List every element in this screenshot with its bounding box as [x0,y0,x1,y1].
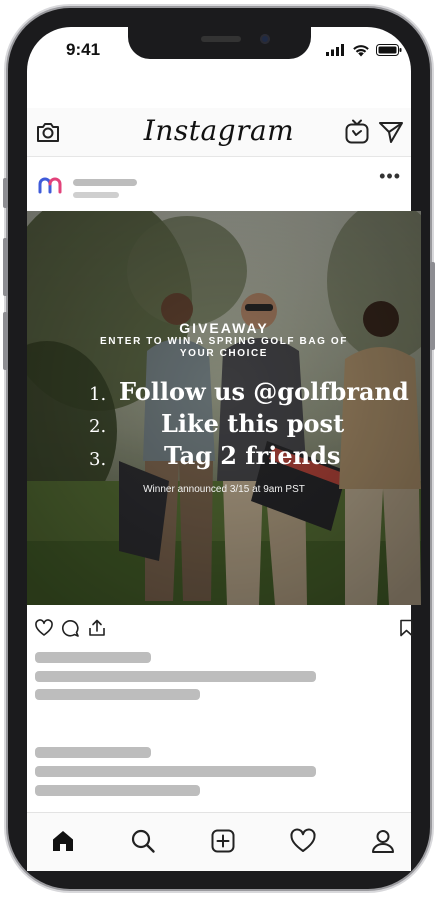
direct-message-icon[interactable] [377,118,405,146]
signal-icon [326,44,344,56]
brand-avatar[interactable] [37,176,63,194]
giveaway-title: GIVEAWAY [179,320,269,336]
post-header: ••• [27,160,411,210]
home-icon[interactable] [49,827,77,855]
step-1-number: 1. [89,384,107,405]
golfers-photo [27,211,421,605]
search-icon[interactable] [129,827,157,855]
caption-placeholder-line [35,671,316,682]
volume-down-button [3,312,8,370]
comment-placeholder-line [35,785,200,796]
share-icon[interactable] [88,619,106,637]
power-button [430,262,435,350]
new-post-icon[interactable] [209,827,237,855]
post-actions [27,611,414,645]
earpiece-speaker [201,36,241,42]
comment-placeholder-line [35,766,316,777]
username-placeholder [73,179,137,186]
caption-placeholder-line [35,652,151,663]
volume-up-button [3,238,8,296]
caption-placeholder-line [35,689,200,700]
more-options-icon[interactable]: ••• [379,166,401,187]
location-placeholder [73,192,119,198]
silent-switch [3,178,8,208]
comment-placeholder-line [35,747,151,758]
step-3-text: Tag 2 friends [164,441,341,470]
front-camera [260,34,270,44]
app-header: Instagram [27,108,411,157]
giveaway-subtitle: ENTER TO WIN A SPRING GOLF BAG OF YOUR C… [100,336,348,359]
like-icon[interactable] [35,619,53,637]
status-icons [326,40,402,60]
step-1-text: Follow us @golfbrand [119,377,409,406]
step-2-text: Like this post [161,409,345,438]
status-time: 9:41 [66,40,101,59]
giveaway-footer: Winner announced 3/15 at 9am PST [143,484,305,495]
activity-icon[interactable] [289,827,317,855]
notch [128,27,311,59]
step-2-number: 2. [89,416,107,437]
profile-icon[interactable] [369,827,397,855]
bookmark-icon[interactable] [399,619,414,637]
step-3-number: 3. [89,449,107,470]
bottom-nav [27,812,411,871]
post-image[interactable]: GIVEAWAY ENTER TO WIN A SPRING GOLF BAG … [27,211,421,605]
battery-icon [376,44,402,56]
igtv-icon[interactable] [343,118,371,146]
comment-icon[interactable] [61,619,79,637]
wifi-icon [353,44,369,56]
